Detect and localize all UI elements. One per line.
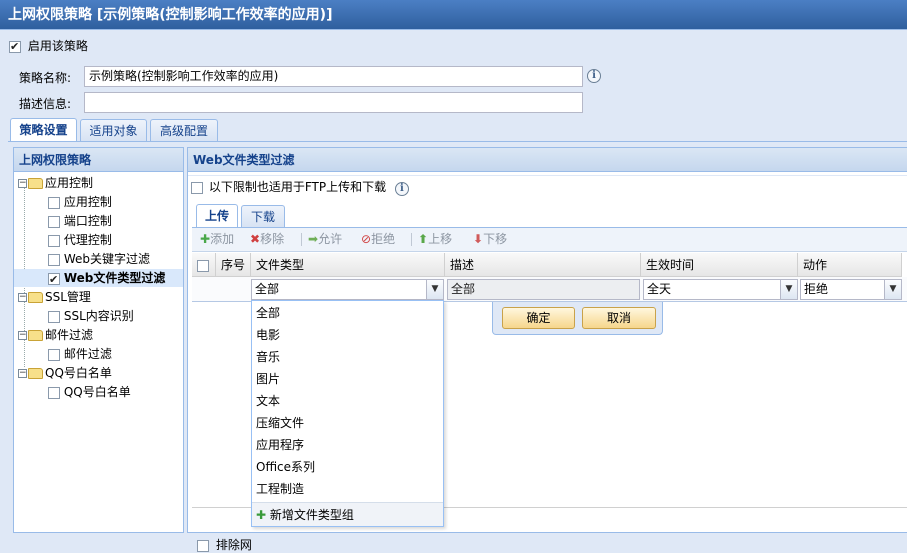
window-title: 上网权限策略 [示例策略(控制影响工作效率的应用)] — [0, 0, 907, 30]
tree-item-web-keyword-filter[interactable]: Web关键字过滤 — [48, 250, 150, 268]
deny-icon: ⊘ — [361, 232, 372, 246]
add-button[interactable]: ✚添加 — [200, 228, 234, 250]
select-all-header[interactable] — [192, 253, 216, 277]
tree-item-mail-filter[interactable]: 邮件过滤 — [48, 345, 112, 363]
enable-policy-checkbox[interactable] — [9, 39, 21, 55]
collapse-icon[interactable]: − — [18, 293, 27, 302]
arrow-down-icon: ⬇ — [473, 232, 484, 246]
dropdown-option[interactable]: 电影 — [252, 324, 443, 346]
tree-item-ssl-content[interactable]: SSL内容识别 — [48, 307, 134, 325]
tree-group-ssl[interactable]: − SSL管理 — [18, 288, 91, 306]
left-panel-title: 上网权限策略 — [14, 148, 183, 172]
description-cell: 全部 — [447, 279, 640, 300]
tree-checkbox[interactable] — [48, 310, 60, 323]
dropdown-option[interactable]: 全部 — [252, 302, 443, 324]
column-header-description[interactable]: 描述 — [445, 253, 641, 277]
move-down-button[interactable]: ⬇下移 — [473, 228, 507, 250]
description-label: 描述信息: — [19, 97, 72, 111]
info-icon[interactable]: i — [394, 182, 409, 196]
tree-item-qq-whitelist[interactable]: QQ号白名单 — [48, 383, 131, 401]
dropdown-option[interactable]: 工程制造 — [252, 478, 443, 500]
remove-icon: ✖ — [250, 232, 261, 246]
dropdown-option[interactable]: 音乐 — [252, 346, 443, 368]
bottom-option-row[interactable]: 排除网 — [197, 537, 252, 553]
column-header-action[interactable]: 动作 — [798, 253, 902, 277]
tree-checkbox-checked[interactable] — [48, 271, 60, 289]
ftp-option-label: 以下限制也适用于FTP上传和下载 — [208, 180, 387, 194]
dropdown-option[interactable]: 压缩文件 — [252, 412, 443, 434]
policy-name-label: 策略名称: — [19, 71, 72, 85]
collapse-icon[interactable]: − — [18, 369, 27, 378]
move-up-button[interactable]: ⬆上移 — [418, 228, 452, 250]
ftp-option-checkbox[interactable] — [191, 181, 203, 194]
tree-item-web-filetype-filter[interactable]: Web文件类型过滤 — [14, 269, 183, 289]
tree-item-port-control[interactable]: 端口控制 — [48, 212, 112, 230]
remove-button[interactable]: ✖移除 — [250, 228, 284, 250]
arrow-up-icon: ⬆ — [418, 232, 429, 246]
collapse-icon[interactable]: − — [18, 179, 27, 188]
folder-icon — [28, 178, 43, 189]
tab-policy-settings[interactable]: 策略设置 — [10, 118, 77, 142]
dropdown-option[interactable]: 应用程序 — [252, 434, 443, 456]
column-header-index[interactable]: 序号 — [216, 253, 251, 277]
chevron-down-icon[interactable]: ▼ — [780, 280, 797, 299]
tab-upload[interactable]: 上传 — [196, 204, 238, 228]
enable-policy-row[interactable]: 启用该策略 — [9, 38, 88, 55]
tree-checkbox[interactable] — [48, 196, 60, 209]
chevron-down-icon[interactable]: ▼ — [884, 280, 901, 299]
tree-checkbox[interactable] — [48, 348, 60, 361]
file-type-combo[interactable]: 全部 ▼ — [251, 279, 444, 300]
dropdown-option[interactable]: 文本 — [252, 390, 443, 412]
add-icon: ✚ — [200, 232, 211, 246]
tree-group-mail-filter[interactable]: − 邮件过滤 — [18, 326, 93, 344]
tree-checkbox[interactable] — [48, 253, 60, 266]
add-icon: ✚ — [256, 508, 267, 522]
add-file-type-group[interactable]: ✚ 新增文件类型组 — [252, 502, 443, 526]
tab-download[interactable]: 下载 — [241, 205, 285, 228]
row-editor-buttons: 确定 取消 — [492, 302, 663, 335]
table-row-editor: 全部 ▼ 全部 全天 ▼ 拒绝 ▼ — [192, 277, 907, 302]
collapse-icon[interactable]: − — [18, 331, 27, 340]
enable-policy-label: 启用该策略 — [27, 39, 88, 53]
description-field[interactable] — [84, 92, 583, 113]
allow-button[interactable]: ➡允许 — [308, 228, 342, 250]
tree-group-qq-whitelist[interactable]: − QQ号白名单 — [18, 364, 112, 382]
action-combo[interactable]: 拒绝 ▼ — [800, 279, 902, 300]
tab-applicable-objects[interactable]: 适用对象 — [80, 119, 147, 142]
folder-icon — [28, 292, 43, 303]
column-header-effective-time[interactable]: 生效时间 — [641, 253, 798, 277]
file-type-dropdown: 全部 电影 音乐 图片 文本 压缩文件 应用程序 Office系列 工程制造 ✚… — [251, 300, 444, 527]
right-panel-title: Web文件类型过滤 — [188, 148, 907, 172]
arrow-right-icon: ➡ — [308, 232, 319, 246]
tree-checkbox[interactable] — [48, 386, 60, 399]
left-panel: 上网权限策略 −应用控制 应用控制 端口控制 代理控制 Web关键字过滤 Web… — [13, 147, 184, 533]
column-header-file-type[interactable]: 文件类型 — [251, 253, 445, 277]
tree-checkbox[interactable] — [48, 215, 60, 228]
tree-item-app-control[interactable]: 应用控制 — [48, 193, 112, 211]
chevron-down-icon[interactable]: ▼ — [426, 280, 443, 299]
window-content: 启用该策略 策略名称: 示例策略(控制影响工作效率的应用) i 描述信息: 策略… — [0, 30, 907, 552]
grid-toolbar: ✚添加 ✖移除 ➡允许 ⊘拒绝 ⬆上移 ⬇下移 — [192, 228, 907, 252]
tree-item-proxy-control[interactable]: 代理控制 — [48, 231, 112, 249]
cancel-button[interactable]: 取消 — [582, 307, 656, 329]
policy-name-field[interactable]: 示例策略(控制影响工作效率的应用) — [84, 66, 583, 87]
bottom-option-label: 排除网 — [215, 538, 252, 552]
folder-icon — [28, 330, 43, 341]
dropdown-option[interactable]: 图片 — [252, 368, 443, 390]
tree-group-app-control[interactable]: − 应用控制 — [18, 174, 93, 192]
folder-icon — [28, 368, 43, 379]
select-all-checkbox[interactable] — [197, 259, 209, 272]
dropdown-option[interactable]: Office系列 — [252, 456, 443, 478]
info-icon[interactable]: i — [587, 69, 601, 83]
tree-checkbox[interactable] — [48, 234, 60, 247]
tab-strip-border — [8, 141, 907, 142]
tab-advanced-config[interactable]: 高级配置 — [150, 119, 218, 142]
ftp-option-row[interactable]: 以下限制也适用于FTP上传和下载 i — [191, 179, 409, 196]
bottom-option-checkbox[interactable] — [197, 539, 209, 552]
confirm-button[interactable]: 确定 — [502, 307, 575, 329]
deny-button[interactable]: ⊘拒绝 — [361, 228, 395, 250]
effective-time-combo[interactable]: 全天 ▼ — [643, 279, 798, 300]
